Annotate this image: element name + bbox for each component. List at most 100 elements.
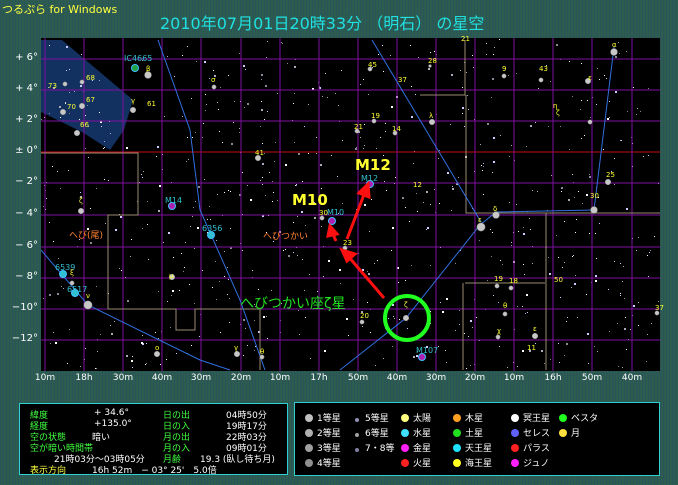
legend-symbol-icon	[401, 429, 409, 437]
star-label: γ	[131, 97, 135, 105]
legend-item: 5等星	[353, 411, 389, 424]
ra-axis-label: 18h	[75, 373, 93, 383]
star[interactable]	[77, 207, 85, 215]
legend-label: 金星	[413, 444, 432, 454]
star[interactable]	[59, 108, 67, 116]
ra-axis-label: 20m	[230, 373, 252, 383]
constellation-name-serpens-cauda: へび(尾)	[69, 230, 103, 241]
star-label: θ	[503, 302, 507, 310]
star[interactable]	[590, 206, 598, 214]
star[interactable]	[587, 119, 593, 125]
star-label: 66	[80, 121, 89, 129]
star[interactable]	[428, 118, 436, 126]
dec-axis-label: − 4°	[15, 208, 38, 219]
ra-axis-label: 40m	[151, 373, 173, 383]
star-label: ε	[478, 216, 482, 224]
ra-axis-label: 50m	[581, 373, 603, 383]
star[interactable]	[604, 178, 612, 186]
star[interactable]	[501, 73, 507, 79]
legend-label: 海王星	[465, 459, 493, 469]
legend-label: 4等星	[317, 459, 341, 469]
legend-symbol-icon	[453, 414, 461, 422]
legend-symbol-icon	[511, 429, 519, 437]
star-label: μ	[169, 272, 174, 280]
star[interactable]	[78, 102, 86, 110]
object-label[interactable]: 6356	[202, 224, 222, 233]
ra-axis-label: 50m	[347, 373, 369, 383]
star[interactable]	[211, 84, 217, 90]
legend-symbol-icon	[401, 444, 409, 452]
star[interactable]	[610, 48, 618, 56]
star-label: α	[612, 41, 617, 49]
star-label: ε	[588, 74, 592, 82]
legend-label: 冥王星	[523, 414, 551, 424]
star[interactable]	[73, 129, 81, 137]
star[interactable]	[359, 319, 365, 325]
object-label[interactable]: M12	[361, 174, 378, 183]
ra-axis-label: 40m	[621, 373, 643, 383]
star[interactable]	[495, 334, 501, 340]
deep-sky-object-marker[interactable]	[131, 64, 139, 72]
ra-axis-label: 10m	[269, 373, 291, 383]
legend-label: ジュノ	[523, 459, 550, 469]
legend-label: ベスタ	[571, 414, 599, 424]
star-label: 23	[343, 239, 352, 247]
legend-item: 4等星	[305, 456, 341, 469]
legend-item: 1等星	[305, 411, 341, 424]
annotation-zeta-oph: へびつかい座ζ星	[240, 296, 346, 312]
star-label: 18	[509, 277, 518, 285]
legend-symbol-icon	[355, 433, 359, 437]
star[interactable]	[476, 222, 486, 232]
star[interactable]	[79, 79, 85, 85]
star[interactable]	[494, 283, 500, 289]
legend-item: 太陽	[401, 411, 431, 424]
star[interactable]	[62, 81, 68, 87]
legend-item: 7・8等	[353, 441, 394, 454]
star-label: χ	[497, 327, 501, 335]
star[interactable]	[153, 350, 161, 358]
star-map[interactable]: M12 M10 へびつかい座ζ星 へびつかい へび(尾) IC4665 M14 …	[0, 0, 678, 400]
legend-item: セレス	[511, 426, 550, 439]
dec-axis-label: − 2°	[15, 176, 38, 187]
star-label: 43	[539, 65, 548, 73]
star[interactable]	[83, 300, 93, 310]
object-label[interactable]: IC4665	[124, 54, 152, 63]
legend-label: パラス	[523, 444, 550, 454]
star[interactable]	[129, 106, 137, 114]
star-label: 61	[147, 100, 156, 108]
star[interactable]	[508, 285, 514, 291]
star[interactable]	[531, 332, 539, 340]
constellation-name-ophiuchus: へびつかい	[263, 231, 308, 242]
legend-label: 1等星	[317, 414, 341, 424]
star-label: ξ	[70, 269, 74, 277]
ra-axis-label: 30m	[425, 373, 447, 383]
star[interactable]	[233, 350, 241, 358]
object-label[interactable]: M10	[327, 208, 344, 217]
sky-background	[41, 38, 660, 371]
star[interactable]	[538, 77, 544, 83]
legend-label: 土星	[465, 429, 484, 439]
legend-item: 冥王星	[511, 411, 550, 424]
legend-symbol-icon	[511, 444, 519, 452]
star-label: ε	[533, 325, 537, 333]
legend-label: 水星	[413, 429, 432, 439]
star-label: 45	[368, 61, 377, 69]
dec-axis-label: − 6°	[15, 240, 38, 251]
view-direction-value: 16h 52m − 03° 25' 5.0倍	[92, 466, 217, 476]
object-label[interactable]: M107	[416, 346, 438, 355]
star-label: ν	[86, 292, 90, 300]
object-label[interactable]: 6517	[67, 285, 87, 294]
star-label: δ	[493, 205, 497, 213]
star-label: 50	[554, 276, 563, 284]
legend-label: 火星	[413, 459, 432, 469]
star[interactable]	[402, 314, 410, 322]
star[interactable]	[502, 311, 508, 317]
object-label[interactable]: M14	[165, 196, 182, 205]
legend-symbol-icon	[401, 414, 409, 422]
star-label: 28	[428, 57, 437, 65]
ra-axis-label: 20m	[464, 373, 486, 383]
star-label: 70	[67, 103, 76, 111]
legend-symbol-icon	[305, 444, 313, 452]
star-label: γ	[234, 344, 238, 352]
star-label: 25	[606, 171, 615, 179]
